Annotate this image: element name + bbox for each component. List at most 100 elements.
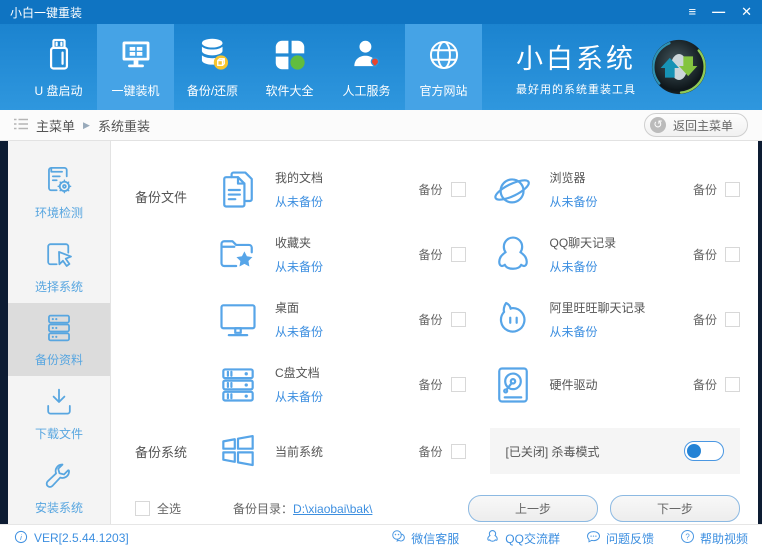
backup-checkbox-my-documents[interactable] [450,182,466,197]
browser-icon [490,167,536,213]
footer-link-help-videos[interactable]: ? 帮助视频 [680,529,748,547]
nav-item-label: 备份/还原 [186,84,239,98]
backup-item-desktop: 桌面 从未备份 备份 [215,287,466,352]
backup-checkbox-wangwang-history[interactable] [725,312,740,327]
breadcrumb-root[interactable]: 主菜单 [36,116,75,135]
usb-drive-icon [39,35,79,75]
footer-link-label: QQ交流群 [505,531,560,546]
sidebar-item-download-files[interactable]: 下载文件 [8,376,110,450]
nav-item-onekey-install[interactable]: 一键装机 [97,24,174,110]
nav-item-official-site[interactable]: 官方网站 [405,24,482,110]
footer-link-wechat-service[interactable]: 微信客服 [391,529,459,547]
footer-link-label: 问题反馈 [605,531,654,546]
bottom-controls: 全选 备份目录： D:\xiaobai\bak\ 上一步 下一步 [111,493,758,524]
footer-link-label: 帮助视频 [699,531,748,546]
backup-data-icon [41,310,77,346]
title-bar: 小白一键重装 ≡ — ✕ [0,0,762,24]
backup-checkbox-browser[interactable] [725,182,740,197]
sidebar-item-install-system[interactable]: 安装系统 [8,450,110,524]
backup-item-status[interactable]: 从未备份 [275,258,387,275]
backup-item-name: 浏览器 [549,171,586,185]
sidebar-item-label: 选择系统 [34,279,83,294]
backup-item-wangwang-history: 阿里旺旺聊天记录 从未备份 备份 [490,287,740,352]
nav-item-backup-restore[interactable]: 备份/还原 [174,24,251,110]
backup-item-name: 当前系统 [275,444,324,459]
minimize-button[interactable]: — [712,0,725,24]
windows-icon [215,428,261,474]
backup-item-my-documents: 我的文档 从未备份 备份 [215,157,466,222]
version: i VER[2.5.44.1203] [14,530,129,547]
backup-item-hardware-driver: 硬件驱动 备份 [490,352,740,417]
backup-item-name: C盘文档 [275,366,320,380]
next-step-button[interactable]: 下一步 [610,495,740,522]
backup-checkbox-current-system[interactable] [450,443,466,459]
close-button[interactable]: ✕ [741,0,752,24]
sidebar-item-backup-data[interactable]: 备份资料 [8,302,110,377]
backup-item-qq-history: QQ聊天记录 从未备份 备份 [490,222,740,287]
wechat-icon [391,529,406,547]
backup-item-name: 硬件驱动 [549,378,598,392]
backup-item-status[interactable]: 从未备份 [275,388,387,405]
brand-slogan: 最好用的系统重装工具 [516,84,636,96]
backup-item-name: 收藏夹 [275,236,312,250]
backup-item-status[interactable]: 从未备份 [550,193,662,210]
nav-item-label: U 盘启动 [34,84,83,98]
list-icon [14,118,28,133]
backup-checkbox-c-drive-docs[interactable] [450,377,466,392]
sidebar-item-env-check[interactable]: 环境检测 [8,155,110,229]
nav-item-support[interactable]: 人工服务 [328,24,405,110]
backup-item-name: 桌面 [275,301,300,315]
back-to-menu-button[interactable]: ↺ 返回主菜单 [643,113,748,137]
select-all-checkbox[interactable] [135,501,150,516]
backup-item-status[interactable]: 从未备份 [550,323,662,340]
antivirus-mode-label: [已关闭] 杀毒模式 [505,444,600,459]
wangwang-icon [490,297,536,343]
backup-item-status[interactable]: 从未备份 [275,193,387,210]
backup-item-status[interactable]: 从未备份 [275,323,387,340]
svg-text:i: i [20,532,22,541]
qq-icon [490,232,536,278]
help-icon: ? [680,529,695,547]
nav-item-usb-boot[interactable]: U 盘启动 [20,24,97,110]
app-window: 小白一键重装 ≡ — ✕ U 盘启动 一键装机 备份/还原 软件大全 人工服务 … [0,0,762,551]
brand: 小白系统 最好用的系统重装工具 [516,24,708,110]
breadcrumb-bar: 主菜单 ▶ 系统重装 ↺ 返回主菜单 [0,110,762,141]
nav-item-label: 软件大全 [265,84,314,98]
antivirus-mode-box: [已关闭] 杀毒模式 [489,428,740,474]
nav-items: U 盘启动 一键装机 备份/还原 软件大全 人工服务 官方网站 [20,24,482,110]
status-bar: i VER[2.5.44.1203] 微信客服 QQ交流群 问题反馈 ? 帮助视… [0,524,762,551]
sidebar-item-label: 备份资料 [34,353,83,368]
backup-directory-link[interactable]: D:\xiaobai\bak\ [293,502,372,516]
cdrive-icon [215,362,261,408]
sidebar-item-select-system[interactable]: 选择系统 [8,229,110,303]
backup-checkbox-qq-history[interactable] [725,247,740,262]
footer-link-qq-group[interactable]: QQ交流群 [485,529,560,547]
backup-checkbox-desktop[interactable] [450,312,466,327]
backup-checkbox-favorites[interactable] [450,247,466,262]
backup-item-current-system: 当前系统 备份 [215,428,466,474]
menu-button[interactable]: ≡ [689,0,697,24]
brand-logo-icon [650,38,708,96]
nav-item-label: 一键装机 [111,84,160,98]
nav-item-software[interactable]: 软件大全 [251,24,328,110]
main-nav: U 盘启动 一键装机 备份/还原 软件大全 人工服务 官方网站 小白系统 最好用… [0,24,762,110]
favorites-icon [215,232,261,278]
footer-link-feedback[interactable]: 问题反馈 [586,529,654,547]
toggle-knob [687,444,701,458]
apps-icon [270,35,310,75]
env-check-icon [41,163,77,199]
antivirus-toggle[interactable] [684,441,724,461]
prev-step-button[interactable]: 上一步 [468,495,598,522]
backup-item-status[interactable]: 从未备份 [550,258,662,275]
body: 环境检测 选择系统 备份资料 下载文件 安装系统 备份文件 我的文档 从未备份 … [0,141,762,524]
window-title: 小白一键重装 [10,5,83,20]
backup-system-label: 备份系统 [135,444,188,460]
select-system-icon [41,237,77,273]
backup-system-section: 备份系统 当前系统 备份 [已关闭] 杀毒模式 [111,421,758,481]
nav-item-label: 人工服务 [342,84,391,98]
backup-files-label: 备份文件 [135,190,188,205]
back-arrow-icon: ↺ [649,117,666,133]
backup-checkbox-hardware-driver[interactable] [725,377,740,392]
footer-links: 微信客服 QQ交流群 问题反馈 ? 帮助视频 [391,529,748,547]
brand-name: 小白系统 [516,44,636,74]
